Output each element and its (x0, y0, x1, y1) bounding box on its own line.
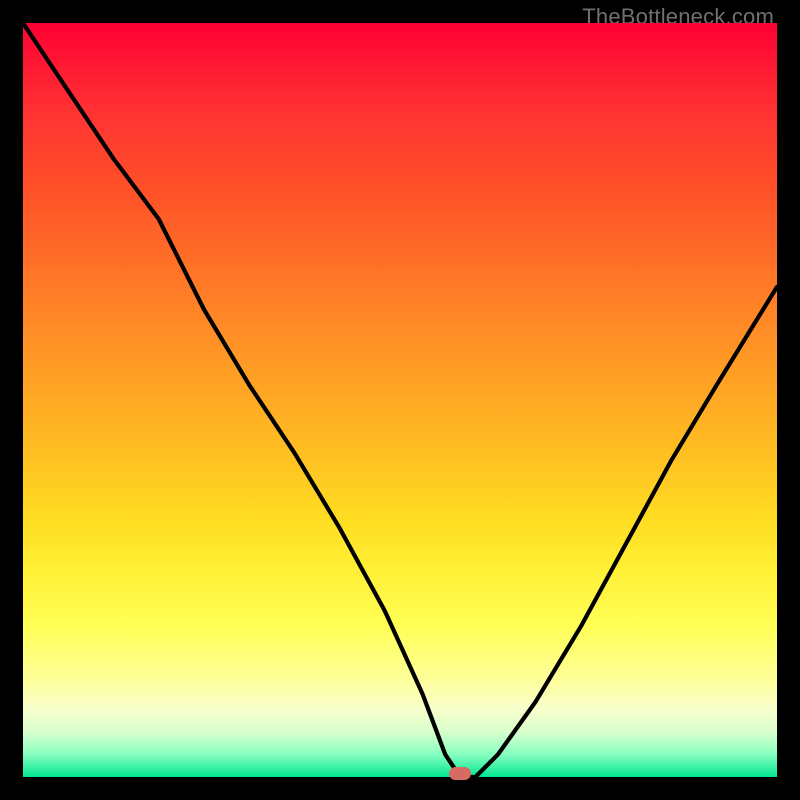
line-plot-svg (23, 23, 777, 777)
bottleneck-curve-path (23, 23, 777, 777)
plot-area (23, 23, 777, 777)
chart-frame: TheBottleneck.com (0, 0, 800, 800)
optimum-marker (449, 767, 471, 780)
